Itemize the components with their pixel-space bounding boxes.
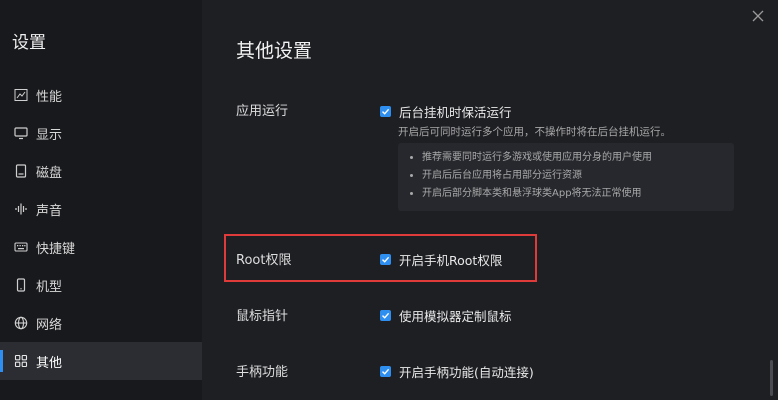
scrollbar[interactable]: [770, 360, 773, 396]
sidebar-item-label: 显示: [36, 127, 63, 143]
check-icon: [380, 366, 391, 377]
sidebar-item-sound[interactable]: 声音: [0, 190, 202, 228]
keep-alive-option-label: 后台挂机时保活运行: [399, 105, 512, 120]
sidebar-item-network[interactable]: 网络: [0, 304, 202, 342]
sidebar-item-display[interactable]: 显示: [0, 114, 202, 152]
sidebar: 设置 性能 显示 磁盘 声音 快捷键 机型 网络 其他: [0, 0, 202, 400]
root-option-label: 开启手机Root权限: [399, 253, 503, 268]
chart-line-icon: [14, 88, 28, 102]
root-checkbox[interactable]: 开启手机Root权限: [380, 250, 502, 269]
tip-item: 开启后后台应用将占用部分运行资源: [422, 167, 734, 185]
sidebar-item-label: 网络: [36, 317, 63, 333]
app-run-description: 开启后可同时运行多个应用，不操作时将在后台挂机运行。: [398, 126, 671, 138]
sidebar-item-disk[interactable]: 磁盘: [0, 152, 202, 190]
sidebar-item-label: 磁盘: [36, 165, 63, 181]
keyboard-icon: [14, 240, 28, 254]
sound-wave-icon: [14, 202, 28, 216]
mouse-label: 鼠标指针: [236, 309, 289, 324]
sidebar-item-label: 性能: [36, 89, 63, 105]
phone-icon: [14, 278, 28, 292]
sidebar-item-other[interactable]: 其他: [0, 342, 202, 380]
custom-mouse-option-label: 使用模拟器定制鼠标: [399, 309, 512, 324]
check-icon: [380, 254, 391, 265]
sidebar-item-performance[interactable]: 性能: [0, 76, 202, 114]
grid-icon: [14, 354, 28, 368]
tip-item: 开启后部分脚本类和悬浮球类App将无法正常使用: [422, 185, 734, 203]
gamepad-checkbox[interactable]: 开启手柄功能(自动连接): [380, 362, 534, 381]
close-icon[interactable]: [750, 8, 766, 24]
sidebar-item-label: 快捷键: [36, 241, 76, 257]
settings-panel: 其他设置 应用运行 后台挂机时保活运行 开启后可同时运行多个应用，不操作时将在后…: [202, 0, 778, 400]
page-title: 其他设置: [236, 40, 313, 62]
gamepad-option-label: 开启手柄功能(自动连接): [399, 365, 534, 380]
root-label: Root权限: [236, 253, 292, 268]
sidebar-nav: 性能 显示 磁盘 声音 快捷键 机型 网络 其他: [0, 76, 202, 380]
disk-icon: [14, 164, 28, 178]
globe-icon: [14, 316, 28, 330]
sidebar-title: 设置: [12, 33, 46, 53]
check-icon: [380, 106, 391, 117]
sidebar-item-label: 其他: [36, 355, 63, 371]
gamepad-label: 手柄功能: [236, 365, 289, 380]
monitor-icon: [14, 126, 28, 140]
keep-alive-checkbox[interactable]: 后台挂机时保活运行: [380, 102, 512, 121]
app-run-label: 应用运行: [236, 104, 289, 119]
tip-item: 推荐需要同时运行多游戏或使用应用分身的用户使用: [422, 149, 734, 167]
sidebar-item-label: 机型: [36, 279, 63, 295]
sidebar-item-model[interactable]: 机型: [0, 266, 202, 304]
sidebar-item-label: 声音: [36, 203, 63, 219]
custom-mouse-checkbox[interactable]: 使用模拟器定制鼠标: [380, 306, 512, 325]
app-run-tips: 推荐需要同时运行多游戏或使用应用分身的用户使用 开启后后台应用将占用部分运行资源…: [398, 143, 734, 211]
check-icon: [380, 310, 391, 321]
sidebar-item-shortcuts[interactable]: 快捷键: [0, 228, 202, 266]
